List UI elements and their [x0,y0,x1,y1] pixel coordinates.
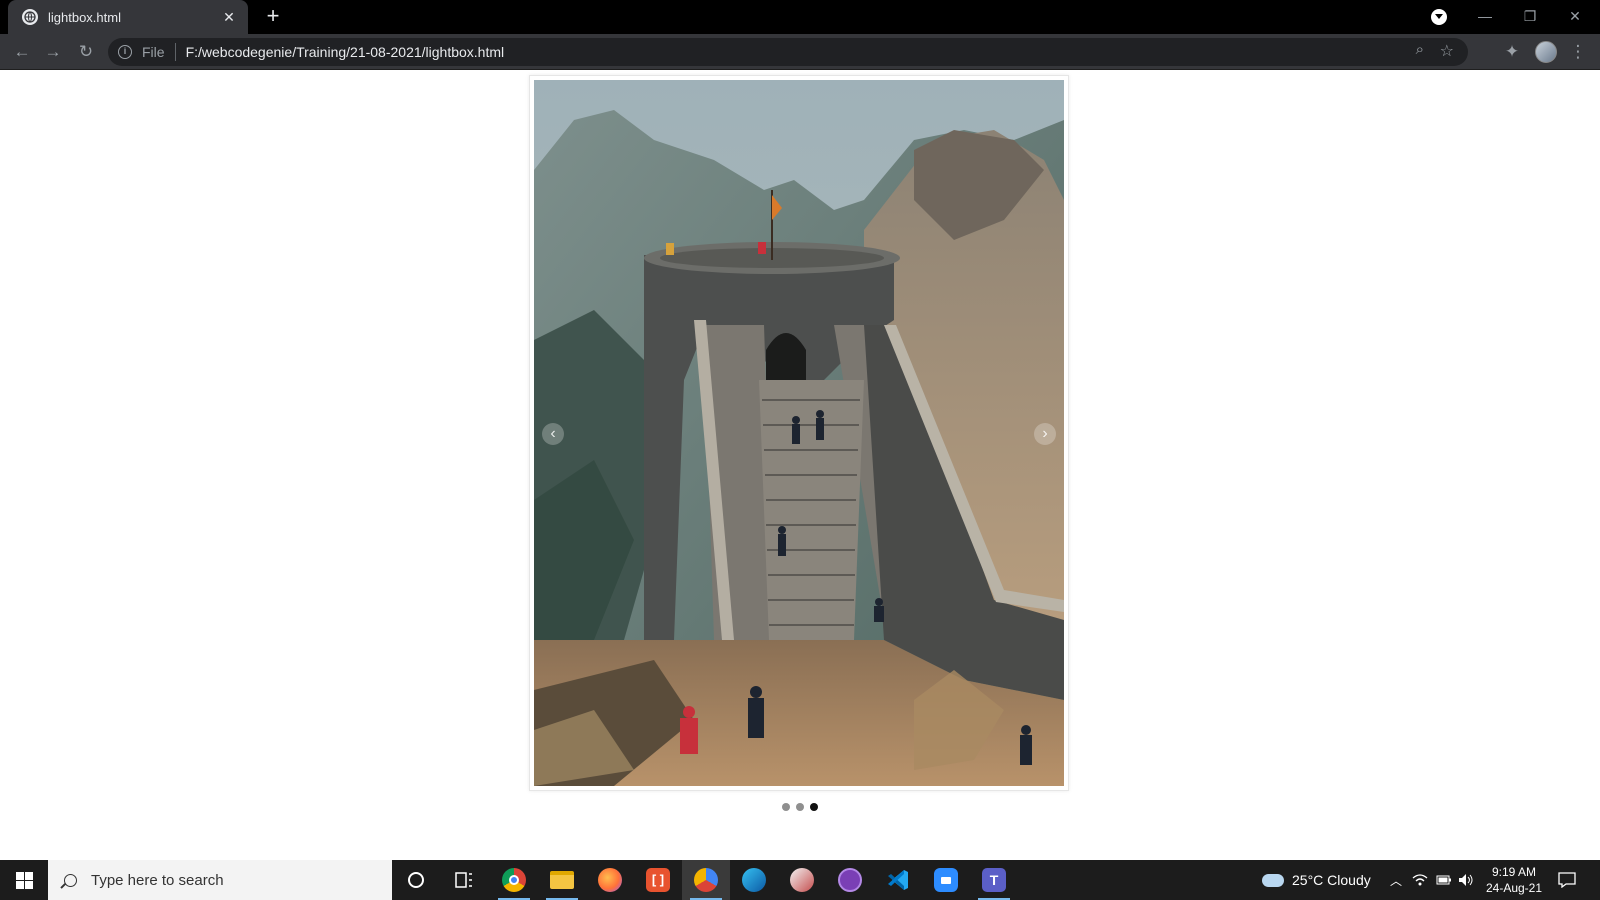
teams-icon[interactable]: T [970,860,1018,900]
battery-icon[interactable] [1436,860,1452,900]
slide-dot[interactable] [796,803,804,811]
chrome-alt-icon[interactable] [682,860,730,900]
minimize-button[interactable]: — [1462,4,1508,30]
weather-widget[interactable]: 25°C Cloudy [1262,860,1371,900]
fort-staircase-photo [534,80,1064,786]
weather-text: 25°C Cloudy [1292,872,1371,888]
task-view-icon[interactable] [440,860,488,900]
start-button[interactable] [0,860,48,900]
prev-slide-button[interactable]: ‹ [542,423,564,445]
slide-image: ‹ › [534,80,1064,786]
extensions-icon[interactable]: ✦ [1500,40,1524,64]
clock-time: 9:19 AM [1491,865,1537,879]
github-desktop-icon[interactable] [826,860,874,900]
teams-alt-icon[interactable] [778,860,826,900]
page-content: ‹ › [0,70,1600,860]
forward-button[interactable]: → [41,40,65,64]
notifications-icon[interactable] [1558,860,1576,900]
window-close-button[interactable]: ✕ [1552,4,1598,30]
restore-button[interactable]: ❐ [1507,4,1553,30]
tab-title: lightbox.html [48,9,121,25]
scheme-label: File [142,44,165,60]
tab-lightbox[interactable]: lightbox.html ✕ [8,0,248,34]
address-bar[interactable]: i File F:/webcodegenie/Training/21-08-20… [108,38,1468,66]
vscode-icon[interactable] [874,860,922,900]
profile-avatar[interactable] [1535,41,1557,63]
browser-toolbar: ← → ↻ i File F:/webcodegenie/Training/21… [0,34,1600,70]
edge-icon[interactable] [730,860,778,900]
firefox-icon[interactable] [586,860,634,900]
clock-date: 24-Aug-21 [1485,881,1543,895]
brackets-icon[interactable]: [ ] [634,860,682,900]
windows-taskbar: Type here to search [ ] T 25°C Cloudy ︿ … [0,860,1600,900]
slide-indicators [0,803,1600,811]
url-text[interactable]: F:/webcodegenie/Training/21-08-2021/ligh… [186,44,505,60]
lightbox-slide: ‹ › [529,75,1069,791]
cortana-icon[interactable] [392,860,440,900]
zoom-icon[interactable]: ⌕ [1416,41,1424,58]
system-clock[interactable]: 9:19 AM 24-Aug-21 [1474,864,1554,896]
globe-icon [22,9,38,25]
tab-strip: lightbox.html ✕ + — ❐ ✕ [0,0,1600,34]
bookmark-star-icon[interactable]: ☆ [1440,41,1454,61]
omnibox-divider [174,43,176,61]
slide-dot[interactable] [782,803,790,811]
slide-dot-active[interactable] [810,803,818,811]
info-icon[interactable]: i [118,45,132,59]
taskbar-search-placeholder: Type here to search [91,871,224,889]
browser-menu-icon[interactable]: ⋮ [1566,40,1590,64]
tab-close-icon[interactable]: ✕ [220,9,238,26]
zoom-icon[interactable] [922,860,970,900]
wifi-icon[interactable] [1412,860,1428,900]
file-explorer-icon[interactable] [538,860,586,900]
tab-search-icon[interactable] [1431,9,1447,25]
new-tab-button[interactable]: + [262,5,284,28]
taskbar-search-box[interactable]: Type here to search [48,860,392,900]
search-icon [64,873,77,887]
chevron-up-icon[interactable]: ︿ [1390,860,1402,900]
next-slide-button[interactable]: › [1034,423,1056,445]
back-button[interactable]: ← [10,40,34,64]
reload-button[interactable]: ↻ [74,40,98,64]
cloud-icon [1262,873,1284,887]
chrome-icon[interactable] [490,860,538,900]
volume-icon[interactable] [1458,860,1474,900]
